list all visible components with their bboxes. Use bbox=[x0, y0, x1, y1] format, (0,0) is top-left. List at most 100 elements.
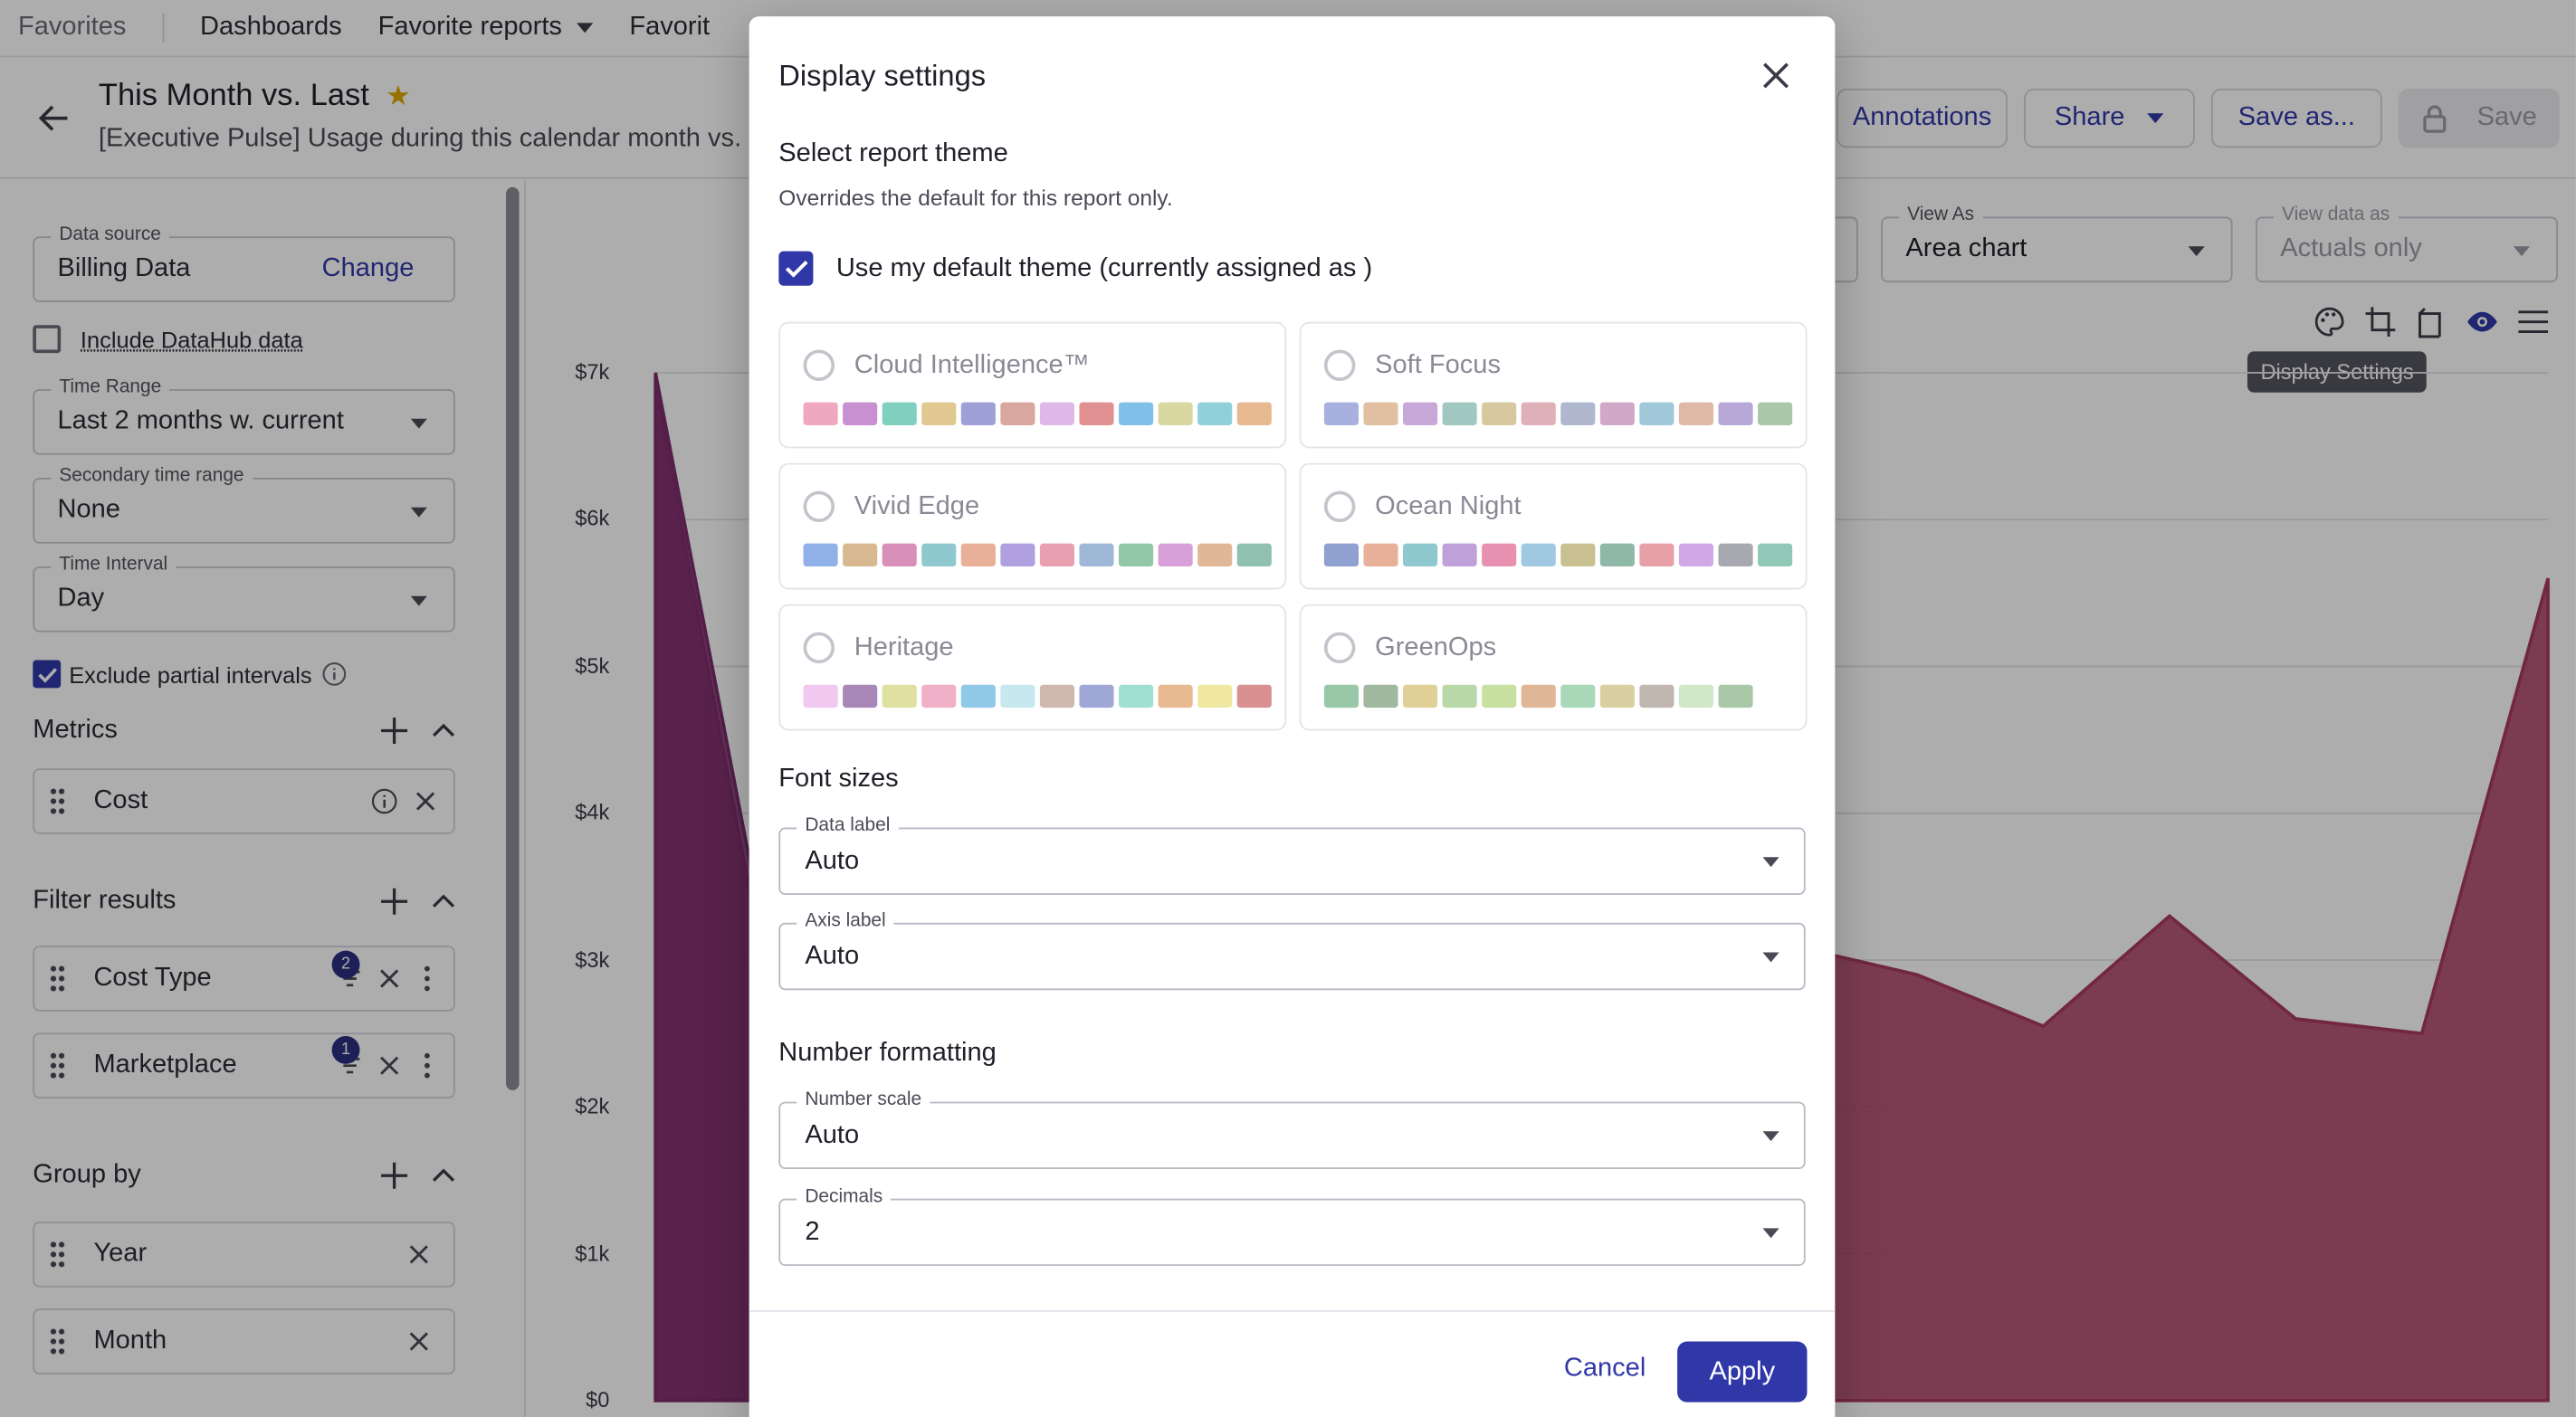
dropdown-arrow-icon bbox=[1762, 857, 1779, 868]
color-swatch bbox=[1639, 684, 1674, 708]
theme-swatches bbox=[803, 684, 1272, 708]
color-swatch bbox=[1079, 684, 1114, 708]
theme-radio[interactable] bbox=[803, 632, 835, 664]
theme-name: Vivid Edge bbox=[854, 492, 980, 521]
color-swatch bbox=[1560, 684, 1596, 708]
color-swatch bbox=[1119, 543, 1154, 567]
color-swatch bbox=[1323, 543, 1360, 567]
color-swatch bbox=[803, 543, 838, 567]
theme-name: Ocean Night bbox=[1375, 492, 1522, 521]
data-label-select[interactable]: Data label Auto bbox=[778, 815, 1806, 895]
color-swatch bbox=[1521, 543, 1556, 567]
number-scale-value: Auto bbox=[805, 1121, 860, 1150]
close-icon[interactable] bbox=[1760, 59, 1792, 91]
theme-name: GreenOps bbox=[1375, 633, 1497, 662]
color-swatch bbox=[1718, 684, 1753, 708]
color-swatch bbox=[1039, 684, 1075, 708]
data-label-label: Data label bbox=[797, 815, 899, 836]
theme-card[interactable]: GreenOps bbox=[1299, 604, 1808, 731]
color-swatch bbox=[921, 543, 957, 567]
theme-swatches bbox=[803, 543, 1272, 567]
color-swatch bbox=[1079, 543, 1114, 567]
dialog-footer: Cancel Apply bbox=[749, 1310, 1836, 1417]
color-swatch bbox=[843, 543, 878, 567]
use-default-theme-checkbox[interactable] bbox=[778, 251, 814, 286]
theme-swatches bbox=[1323, 543, 1793, 567]
color-swatch bbox=[1403, 543, 1438, 567]
color-swatch bbox=[1678, 684, 1714, 708]
color-swatch bbox=[1158, 684, 1193, 708]
theme-card[interactable]: Soft Focus bbox=[1299, 321, 1808, 449]
axis-label-select[interactable]: Axis label Auto bbox=[778, 911, 1806, 991]
app-root: Favorites Dashboards Favorite reports Fa… bbox=[0, 0, 2576, 1417]
theme-swatches bbox=[1323, 684, 1753, 708]
number-scale-select[interactable]: Number scale Auto bbox=[778, 1089, 1806, 1169]
use-default-theme-label: Use my default theme (currently assigned… bbox=[835, 253, 1373, 282]
color-swatch bbox=[1197, 402, 1233, 425]
color-swatch bbox=[1000, 684, 1035, 708]
color-swatch bbox=[1323, 684, 1360, 708]
color-swatch bbox=[882, 543, 917, 567]
color-swatch bbox=[1000, 402, 1035, 425]
color-swatch bbox=[1079, 402, 1114, 425]
dropdown-arrow-icon bbox=[1762, 1228, 1779, 1239]
decimals-value: 2 bbox=[805, 1218, 820, 1247]
theme-swatches bbox=[803, 402, 1272, 425]
color-swatch bbox=[1599, 402, 1635, 425]
number-formatting-heading: Number formatting bbox=[778, 1039, 997, 1068]
color-swatch bbox=[1000, 543, 1035, 567]
color-swatch bbox=[1521, 684, 1556, 708]
theme-name: Soft Focus bbox=[1375, 351, 1501, 380]
theme-card[interactable]: Vivid Edge bbox=[778, 462, 1287, 590]
color-swatch bbox=[1758, 402, 1793, 425]
apply-button[interactable]: Apply bbox=[1677, 1341, 1808, 1403]
color-swatch bbox=[1236, 543, 1272, 567]
use-default-theme-row[interactable]: Use my default theme (currently assigned… bbox=[778, 251, 1373, 286]
color-swatch bbox=[1197, 543, 1233, 567]
cancel-button[interactable]: Cancel bbox=[1541, 1338, 1668, 1401]
theme-radio[interactable] bbox=[1323, 490, 1356, 523]
theme-note: Overrides the default for this report on… bbox=[778, 185, 1173, 211]
color-swatch bbox=[1363, 543, 1398, 567]
dropdown-arrow-icon bbox=[1762, 952, 1779, 963]
axis-label-label: Axis label bbox=[797, 911, 894, 931]
color-swatch bbox=[1363, 684, 1398, 708]
color-swatch bbox=[1599, 543, 1635, 567]
color-swatch bbox=[1119, 402, 1154, 425]
color-swatch bbox=[1323, 402, 1360, 425]
theme-radio[interactable] bbox=[803, 349, 835, 381]
color-swatch bbox=[1119, 684, 1154, 708]
dialog-title: Display settings bbox=[778, 59, 987, 92]
decimals-select[interactable]: Decimals 2 bbox=[778, 1186, 1806, 1267]
theme-card[interactable]: Ocean Night bbox=[1299, 462, 1808, 590]
theme-card[interactable]: Heritage bbox=[778, 604, 1287, 731]
color-swatch bbox=[1482, 684, 1517, 708]
axis-label-value: Auto bbox=[805, 942, 860, 971]
font-sizes-heading: Font sizes bbox=[778, 765, 899, 794]
color-swatch bbox=[1718, 402, 1753, 425]
color-swatch bbox=[960, 543, 996, 567]
theme-heading: Select report theme bbox=[778, 139, 1008, 168]
color-swatch bbox=[1158, 543, 1193, 567]
theme-radio[interactable] bbox=[1323, 349, 1356, 381]
color-swatch bbox=[1442, 543, 1477, 567]
theme-radio[interactable] bbox=[1323, 632, 1356, 664]
color-swatch bbox=[1236, 402, 1272, 425]
color-swatch bbox=[803, 684, 838, 708]
color-swatch bbox=[1482, 543, 1517, 567]
color-swatch bbox=[843, 402, 878, 425]
color-swatch bbox=[843, 684, 878, 708]
color-swatch bbox=[1197, 684, 1233, 708]
color-swatch bbox=[1560, 402, 1596, 425]
theme-radio[interactable] bbox=[803, 490, 835, 523]
theme-swatches bbox=[1323, 402, 1793, 425]
color-swatch bbox=[1442, 684, 1477, 708]
color-swatch bbox=[960, 402, 996, 425]
theme-name: Cloud Intelligence™ bbox=[854, 351, 1090, 380]
color-swatch bbox=[1158, 402, 1193, 425]
color-swatch bbox=[1521, 402, 1556, 425]
theme-card[interactable]: Cloud Intelligence™ bbox=[778, 321, 1287, 449]
dropdown-arrow-icon bbox=[1762, 1131, 1779, 1142]
color-swatch bbox=[1363, 402, 1398, 425]
color-swatch bbox=[1678, 543, 1714, 567]
